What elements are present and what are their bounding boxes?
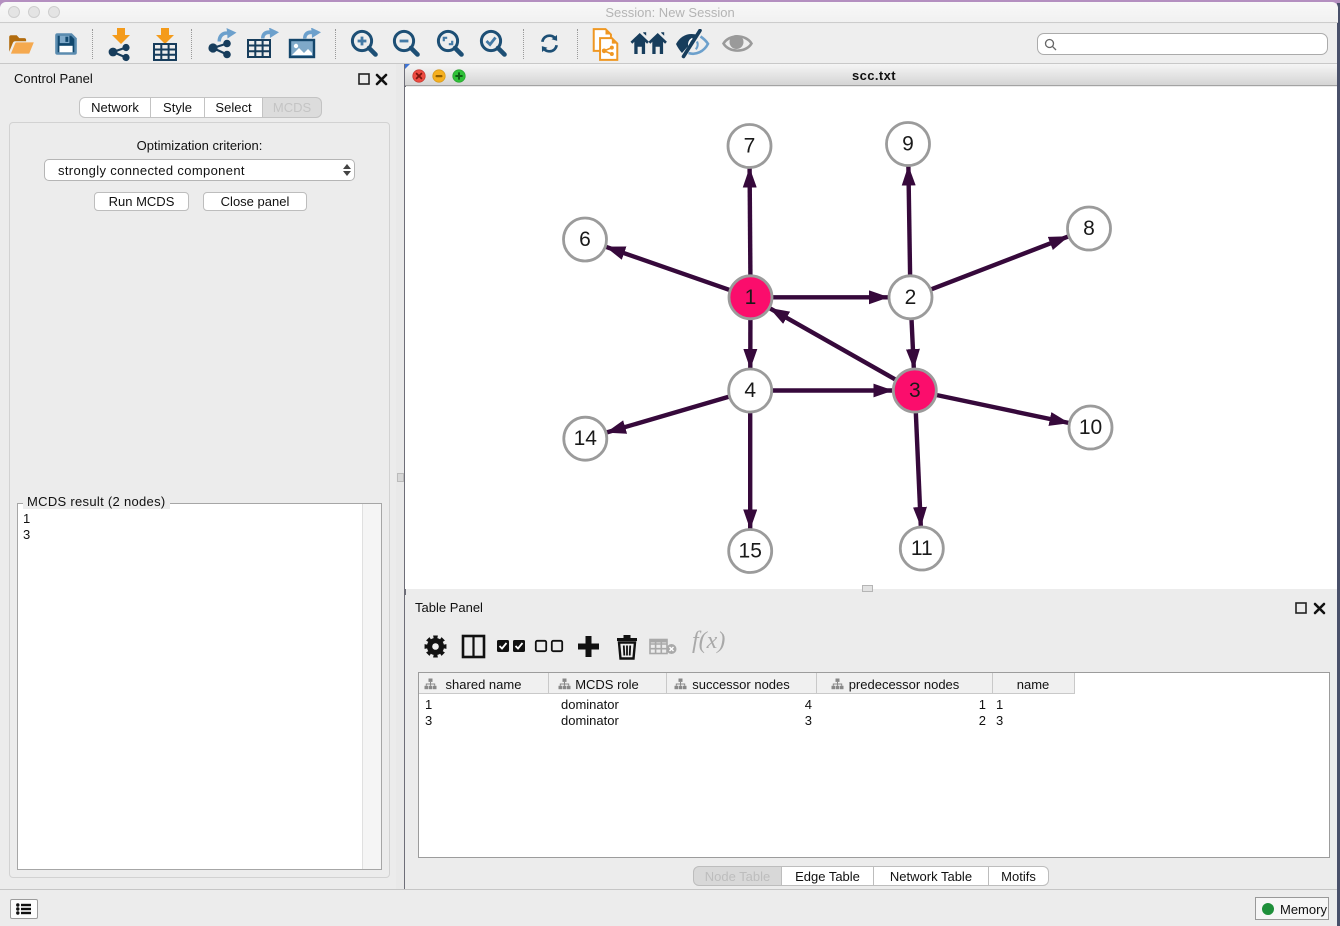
svg-text:6: 6 [579, 228, 591, 251]
svg-text:10: 10 [1079, 416, 1102, 439]
svg-text:14: 14 [574, 427, 598, 450]
svg-text:15: 15 [739, 540, 762, 563]
svg-text:11: 11 [911, 537, 933, 560]
svg-text:8: 8 [1083, 217, 1095, 240]
svg-text:7: 7 [744, 135, 756, 158]
svg-text:9: 9 [902, 133, 914, 156]
svg-text:3: 3 [909, 379, 921, 402]
svg-text:1: 1 [745, 286, 757, 309]
svg-text:4: 4 [744, 379, 756, 402]
svg-text:2: 2 [905, 286, 917, 309]
